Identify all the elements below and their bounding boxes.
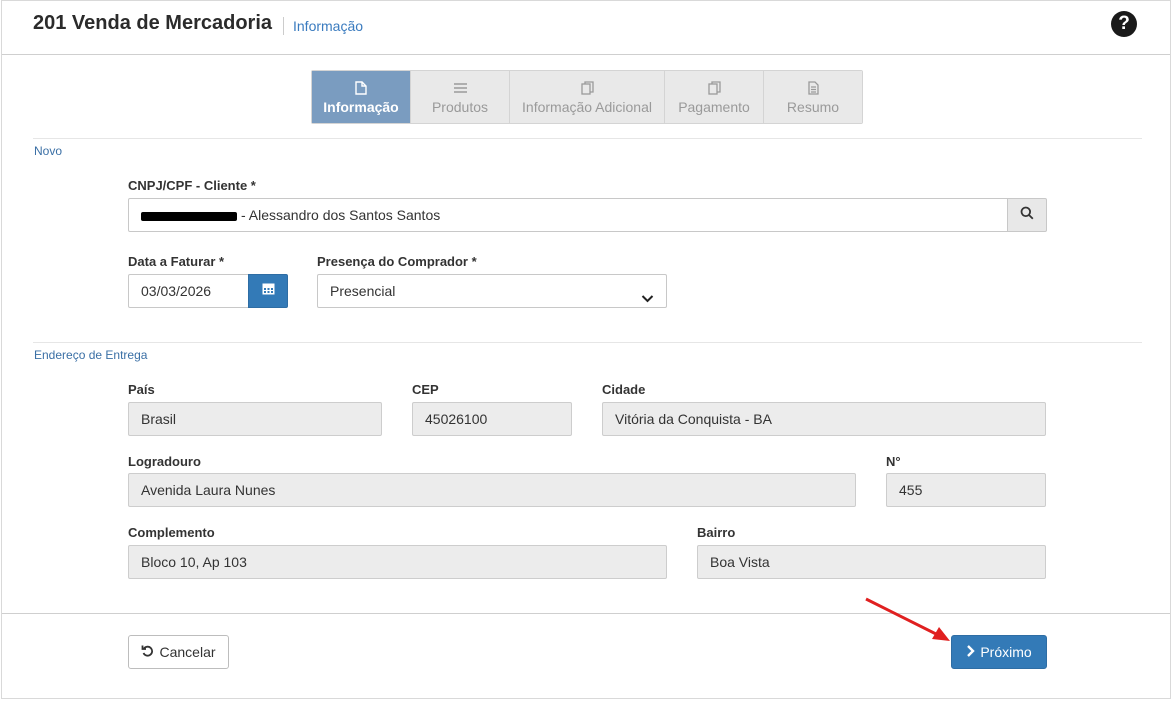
title-separator [283, 17, 284, 35]
section-label-endereco: Endereço de Entrega [34, 348, 148, 362]
search-icon [1020, 206, 1034, 225]
numero-label: N° [886, 454, 901, 469]
tab-produtos[interactable]: Produtos [411, 71, 510, 123]
page-subtitle: Informação [293, 18, 364, 34]
copy-icon [580, 80, 594, 96]
numero-field: 455 [886, 473, 1046, 507]
wizard-steps: Informação Produtos Informação Adicional… [311, 70, 863, 124]
cancel-button[interactable]: Cancelar [128, 635, 229, 669]
tab-label: Produtos [431, 98, 489, 115]
copy-icon [707, 80, 721, 96]
redacted-document-number [141, 211, 237, 221]
presenca-label: Presença do Comprador * [317, 254, 477, 269]
wizard-panel: 201 Venda de Mercadoria Informação ? Inf… [1, 0, 1171, 699]
next-button[interactable]: Próximo [951, 635, 1047, 669]
presenca-select[interactable]: Presencial [317, 274, 667, 308]
bairro-field: Boa Vista [697, 545, 1046, 579]
chevron-down-icon [641, 284, 654, 307]
tab-label: Informação [323, 98, 399, 115]
bairro-label: Bairro [697, 525, 736, 540]
pais-field: Brasil [128, 402, 382, 436]
calendar-button[interactable] [248, 274, 288, 308]
file-icon [355, 80, 367, 96]
cep-field: 45026100 [412, 402, 572, 436]
logradouro-field: Avenida Laura Nunes [128, 473, 856, 507]
tab-informacao-adicional[interactable]: Informação Adicional [510, 71, 665, 123]
annotation-arrow-icon [865, 597, 950, 641]
section-label-novo: Novo [34, 144, 63, 158]
tab-pagamento[interactable]: Pagamento [665, 71, 764, 123]
calendar-icon [262, 282, 275, 300]
cliente-label: CNPJ/CPF - Cliente * [128, 178, 256, 193]
data-faturar-label: Data a Faturar * [128, 254, 225, 269]
cidade-label: Cidade [602, 382, 646, 397]
list-icon [453, 80, 467, 96]
cliente-field[interactable]: - Alessandro dos Santos Santos [128, 198, 1008, 232]
page-header: 201 Venda de Mercadoria Informação ? [2, 1, 1170, 55]
tab-label: Pagamento [678, 98, 750, 115]
logradouro-label: Logradouro [128, 454, 201, 469]
cep-label: CEP [412, 382, 439, 397]
document-icon [807, 80, 819, 96]
complemento-label: Complemento [128, 525, 215, 540]
footer-divider [2, 613, 1170, 614]
section-divider [33, 138, 1142, 139]
tab-label: Informação Adicional [522, 98, 652, 115]
page-title: 201 Venda de Mercadoria [33, 12, 273, 34]
cliente-value: - Alessandro dos Santos Santos [241, 207, 441, 223]
search-client-button[interactable] [1007, 198, 1047, 232]
chevron-right-icon [966, 644, 976, 660]
undo-icon [141, 644, 154, 660]
tab-label: Resumo [786, 98, 840, 115]
section-divider [33, 342, 1142, 343]
complemento-field: Bloco 10, Ap 103 [128, 545, 667, 579]
cidade-field: Vitória da Conquista - BA [602, 402, 1046, 436]
tab-resumo[interactable]: Resumo [764, 71, 862, 123]
tab-informacao[interactable]: Informação [312, 71, 411, 123]
data-faturar-field[interactable]: 03/03/2026 [128, 274, 249, 308]
presenca-value: Presencial [330, 283, 396, 299]
cancel-label: Cancelar [159, 644, 216, 660]
next-label: Próximo [980, 644, 1032, 660]
pais-label: País [128, 382, 155, 397]
question-circle-icon[interactable]: ? [1111, 11, 1137, 37]
